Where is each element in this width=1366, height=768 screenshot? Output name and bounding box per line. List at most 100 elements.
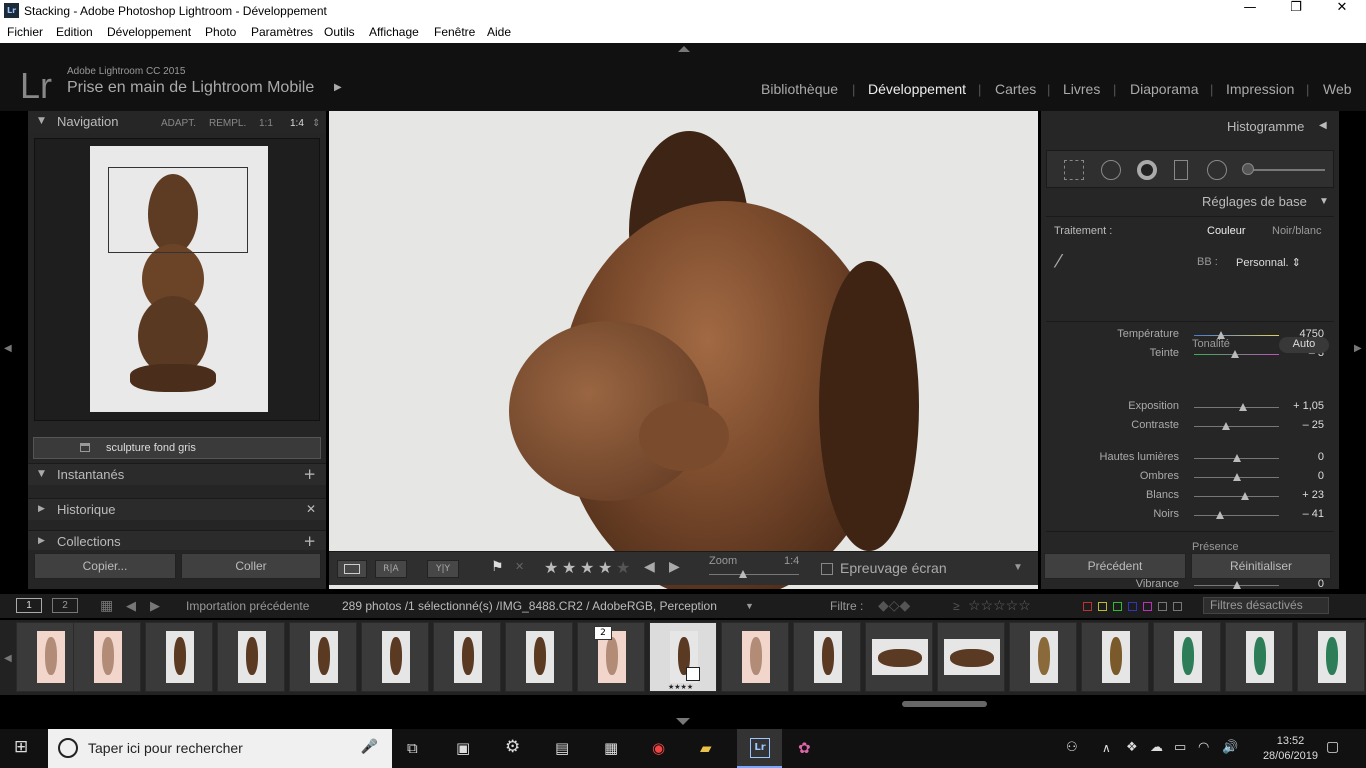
microphone-icon[interactable]: 🎤: [361, 739, 378, 755]
menu-developpement[interactable]: Développement: [107, 25, 191, 39]
slider-track[interactable]: [1194, 407, 1279, 408]
copy-settings-button[interactable]: Copier...: [34, 553, 176, 579]
navigator-preview[interactable]: [34, 138, 320, 421]
onedrive-icon[interactable]: ☁: [1150, 740, 1163, 755]
slider-track[interactable]: [1194, 515, 1279, 516]
rating-operator[interactable]: ≥: [953, 599, 960, 613]
slider-value[interactable]: + 23: [1302, 489, 1324, 501]
clear-history-icon[interactable]: ✕: [306, 502, 316, 516]
slider-value[interactable]: – 41: [1303, 508, 1324, 520]
slider-value[interactable]: 0: [1318, 451, 1324, 463]
menu-parametres[interactable]: Paramètres: [251, 25, 313, 39]
menu-outils[interactable]: Outils: [324, 25, 355, 39]
filmstrip-left-arrow-icon[interactable]: ◀: [4, 653, 12, 664]
film-thumbnail-selected[interactable]: ★★★★: [649, 622, 717, 692]
slider-knob[interactable]: [1241, 492, 1249, 500]
action-center-icon[interactable]: ▢: [1326, 739, 1339, 755]
reset-button[interactable]: Réinitialiser: [1191, 553, 1331, 579]
module-web[interactable]: Web: [1323, 81, 1352, 97]
show-hidden-icons[interactable]: ∧: [1102, 741, 1111, 755]
green-label-filter[interactable]: [1113, 602, 1122, 611]
adjustment-brush-icon[interactable]: [1242, 163, 1254, 175]
film-thumbnail[interactable]: [865, 622, 933, 692]
second-screen-button[interactable]: 2: [52, 598, 78, 613]
top-panel-toggle-icon[interactable]: [678, 46, 690, 52]
gray-label-filter[interactable]: [1158, 602, 1167, 611]
spot-removal-icon[interactable]: [1101, 160, 1121, 180]
taskbar-search-box[interactable]: Taper ici pour rechercher 🎤: [48, 729, 392, 768]
paste-settings-button[interactable]: Coller: [181, 553, 321, 579]
histogram-title[interactable]: Histogramme: [1227, 119, 1304, 134]
tone-auto-button[interactable]: Auto: [1279, 337, 1329, 353]
system-clock[interactable]: 13:52 28/06/2019: [1263, 734, 1318, 764]
maximize-button[interactable]: ❐: [1273, 0, 1319, 22]
add-collection-icon[interactable]: +: [303, 532, 316, 550]
volume-icon[interactable]: 🔊: [1222, 740, 1238, 755]
lightroom-taskbar-button[interactable]: Lr: [737, 729, 782, 768]
purple-label-filter[interactable]: [1143, 602, 1152, 611]
previous-settings-button[interactable]: Précédent: [1044, 553, 1186, 579]
slider-value[interactable]: 0: [1318, 470, 1324, 482]
filmstrip-source[interactable]: Importation précédente: [186, 599, 309, 613]
film-thumbnail[interactable]: [145, 622, 213, 692]
red-label-filter[interactable]: [1083, 602, 1092, 611]
nav-zoom-fill[interactable]: REMPL.: [209, 118, 246, 129]
stack-count-badge[interactable]: 2: [594, 626, 612, 640]
no-label-filter[interactable]: [1173, 602, 1182, 611]
film-thumbnail[interactable]: [361, 622, 429, 692]
file-explorer-icon[interactable]: ▰: [700, 739, 712, 757]
film-thumbnail[interactable]: [433, 622, 501, 692]
grid-view-icon[interactable]: ▦: [100, 597, 113, 614]
navigator-thumbnail[interactable]: [90, 146, 268, 412]
menu-photo[interactable]: Photo: [205, 25, 236, 39]
eyedropper-icon[interactable]: ⁄: [1057, 251, 1060, 272]
left-panel-toggle-icon[interactable]: ◀: [4, 343, 12, 354]
film-thumbnail[interactable]: [73, 622, 141, 692]
menu-edition[interactable]: Edition: [56, 25, 93, 39]
slider-knob[interactable]: [1230, 350, 1239, 358]
film-thumbnail[interactable]: [1009, 622, 1077, 692]
expand-triangle-icon[interactable]: ▶: [38, 536, 45, 546]
nav-zoom-menu-icon[interactable]: ⇕: [312, 118, 320, 129]
film-thumbnail[interactable]: [289, 622, 357, 692]
settings-gear-icon[interactable]: ⚙: [505, 737, 520, 757]
collections-panel-header[interactable]: ▶ Collections +: [28, 530, 326, 550]
menu-affichage[interactable]: Affichage: [369, 25, 419, 39]
crop-tool-icon[interactable]: [1064, 160, 1084, 180]
slider-knob[interactable]: [1232, 473, 1241, 481]
film-thumbnail[interactable]: [937, 622, 1005, 692]
calculator-icon[interactable]: ▦: [604, 739, 618, 757]
dropbox-icon[interactable]: ❖: [1126, 740, 1138, 755]
right-panel-toggle-icon[interactable]: ▶: [1354, 343, 1362, 354]
menu-fichier[interactable]: Fichier: [7, 25, 43, 39]
slider-blancs[interactable]: Blancs + 23: [1046, 487, 1334, 506]
brush-slider[interactable]: [1245, 169, 1325, 171]
treatment-bw[interactable]: Noir/blanc: [1272, 225, 1322, 237]
slider-hautes-lumières[interactable]: Hautes lumières 0: [1046, 449, 1334, 468]
film-thumbnail[interactable]: [1297, 622, 1365, 692]
chrome-icon[interactable]: ◉: [652, 739, 665, 757]
expand-triangle-icon[interactable]: ▶: [38, 504, 45, 514]
catalog-name[interactable]: Prise en main de Lightroom Mobile: [67, 79, 314, 97]
slider-exposition[interactable]: Exposition + 1,05: [1046, 398, 1334, 417]
slider-value[interactable]: – 25: [1303, 419, 1324, 431]
source-dropdown-icon[interactable]: ▼: [745, 601, 754, 611]
app-icon[interactable]: ▣: [456, 739, 470, 757]
slider-knob[interactable]: [1232, 454, 1241, 462]
windows-start-icon[interactable]: ⊞: [14, 737, 28, 757]
battery-icon[interactable]: ▭: [1174, 740, 1186, 755]
menu-fenetre[interactable]: Fenêtre: [434, 25, 475, 39]
wb-preset-select[interactable]: Personnal. ⇕: [1236, 256, 1301, 269]
main-screen-button[interactable]: 1: [16, 598, 42, 613]
film-thumbnail[interactable]: [505, 622, 573, 692]
film-thumbnail[interactable]: [721, 622, 789, 692]
film-thumbnail-stack[interactable]: 2: [577, 622, 645, 692]
slider-track[interactable]: [1194, 335, 1279, 336]
navigation-panel-header[interactable]: ▼ Navigation ADAPT. REMPL. 1:1 1:4 ⇕: [28, 111, 326, 133]
slider-contraste[interactable]: Contraste – 25: [1046, 417, 1334, 436]
minimize-button[interactable]: —: [1227, 0, 1273, 22]
rating-filter-stars[interactable]: ☆☆☆☆☆: [968, 597, 1031, 614]
basic-panel-title[interactable]: Réglages de base: [1202, 194, 1307, 209]
radial-filter-icon[interactable]: [1207, 160, 1227, 180]
filmstrip-back-icon[interactable]: ◀: [126, 598, 136, 614]
